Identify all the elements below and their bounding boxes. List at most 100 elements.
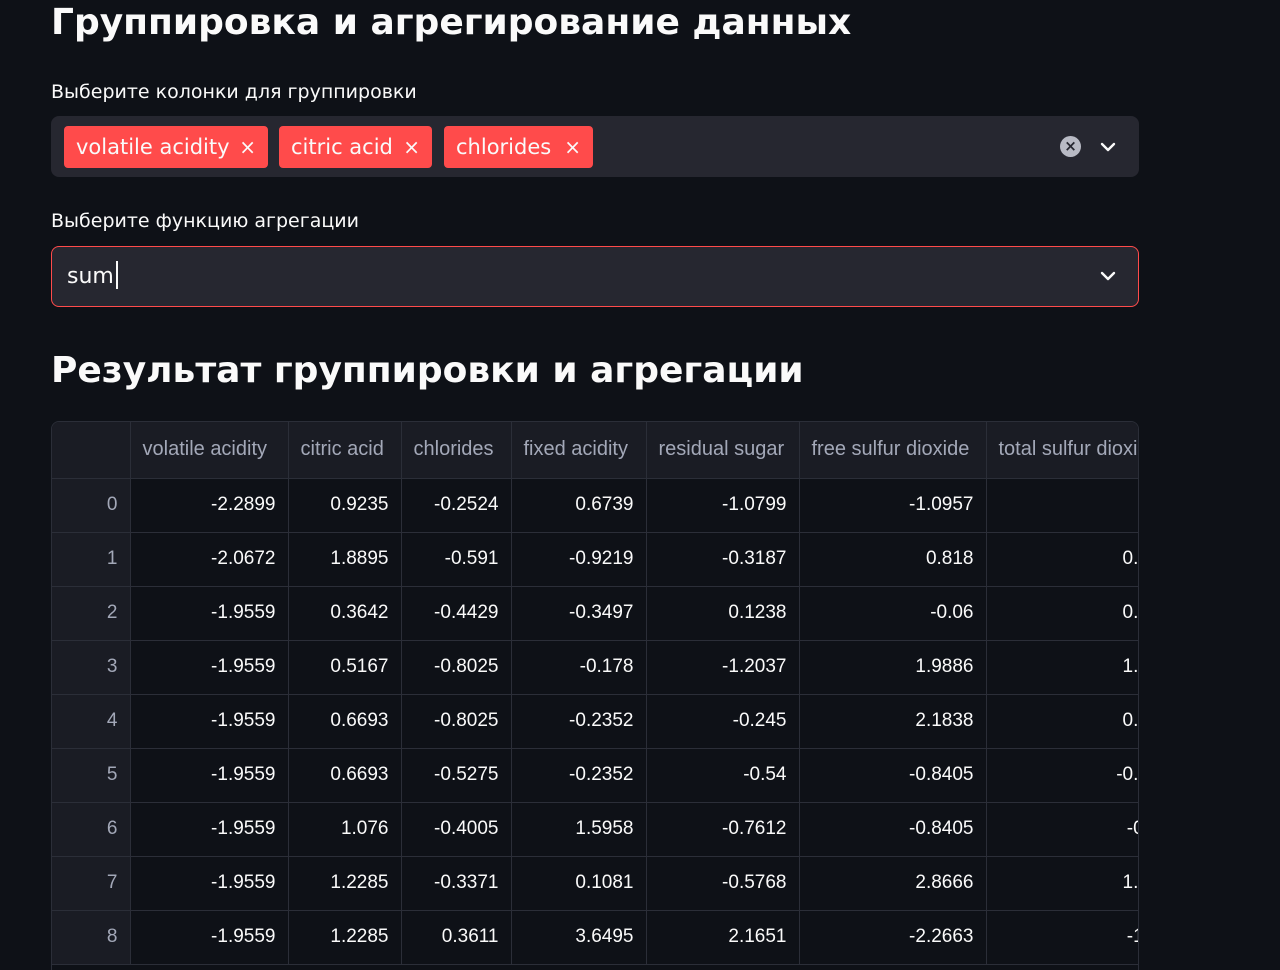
table-row: 7 -1.9559 1.2285 -0.3371 0.1081 -0.5768 2.8666… (52, 856, 1138, 911)
column-header[interactable]: volatile acidity (130, 422, 289, 479)
table-cell[interactable]: -1.9559 (130, 694, 289, 749)
table-cell[interactable]: -0.8405 (799, 802, 987, 857)
chevron-down-icon[interactable] (1098, 137, 1118, 157)
column-header[interactable]: chlorides (401, 422, 512, 479)
table-cell[interactable]: -0.8025 (401, 694, 512, 749)
table-cell[interactable]: -0.2352 (511, 694, 647, 749)
table-cell[interactable]: -0.2524 (401, 478, 512, 533)
table-cell[interactable]: -0.8025 (401, 640, 512, 695)
column-header[interactable]: citric acid (288, 422, 402, 479)
table-cell[interactable]: 0.64 (986, 694, 1138, 749)
table-cell[interactable]: -1.9559 (130, 802, 289, 857)
table-cell[interactable]: -0.245 (646, 694, 800, 749)
table-cell[interactable]: 2.1838 (799, 694, 987, 749)
row-index[interactable]: 1 (52, 532, 131, 587)
row-index[interactable]: 2 (52, 586, 131, 641)
table-cell[interactable]: -0.5275 (401, 748, 512, 803)
table-cell[interactable]: -0.2352 (511, 748, 647, 803)
table-cell[interactable]: -1.9559 (130, 640, 289, 695)
table-cell[interactable]: -1.9559 (130, 856, 289, 911)
table-cell[interactable]: -1.2037 (646, 640, 800, 695)
table-cell[interactable]: -2.2663 (799, 910, 987, 965)
group-select-label: Выберите колонки для группировки (51, 81, 417, 103)
table-cell[interactable]: -1.3 (986, 910, 1138, 965)
table-cell[interactable]: 0.3642 (288, 586, 402, 641)
chip-chlorides: chlorides × (444, 126, 593, 168)
close-icon[interactable]: × (564, 126, 581, 168)
column-header[interactable]: fixed acidity (511, 422, 647, 479)
table-cell[interactable]: 1.2285 (288, 856, 402, 911)
row-index[interactable]: 8 (52, 910, 131, 965)
close-icon[interactable]: × (403, 126, 420, 168)
table-cell[interactable]: 0.36 (986, 586, 1138, 641)
table-cell[interactable]: 1.92 (986, 640, 1138, 695)
table-cell[interactable]: 0.6693 (288, 748, 402, 803)
table-cell[interactable]: -0.4429 (401, 586, 512, 641)
row-index[interactable]: 5 (52, 748, 131, 803)
chevron-down-icon[interactable] (1098, 266, 1118, 286)
table-cell[interactable]: -0.3187 (646, 532, 800, 587)
table-cell[interactable]: 0.818 (799, 532, 987, 587)
table-cell[interactable]: -0.9219 (511, 532, 647, 587)
table-cell[interactable]: 0.5167 (288, 640, 402, 695)
row-index[interactable]: 6 (52, 802, 131, 857)
table-row: 4 -1.9559 0.6693 -0.8025 -0.2352 -0.245 2.1838… (52, 694, 1138, 749)
table-cell[interactable]: -0.3371 (401, 856, 512, 911)
table-cell[interactable]: -0.9 (986, 802, 1138, 857)
table-cell[interactable]: -0.54 (646, 748, 800, 803)
table-row: 8 -1.9559 1.2285 0.3611 3.6495 2.1651 -2.2663-… (52, 910, 1138, 965)
group-columns-multiselect[interactable]: volatile acidity × citric acid × chlorid… (51, 116, 1139, 177)
index-header (52, 422, 131, 479)
clear-all-icon[interactable]: × (1060, 136, 1081, 157)
aggregation-function-select[interactable]: sum (51, 246, 1139, 307)
table-cell[interactable]: 2.8666 (799, 856, 987, 911)
table-cell[interactable]: 3.6495 (511, 910, 647, 965)
table-cell[interactable]: 0.6693 (288, 694, 402, 749)
table-cell[interactable]: -0.06 (799, 586, 987, 641)
table-cell[interactable]: 1.28 (986, 856, 1138, 911)
table-cell[interactable]: 1.9886 (799, 640, 987, 695)
table-cell[interactable]: -1.9559 (130, 910, 289, 965)
table-cell[interactable]: -0.4005 (401, 802, 512, 857)
table-cell[interactable]: -1.9559 (130, 586, 289, 641)
table-cell[interactable]: 1.2285 (288, 910, 402, 965)
table-cell[interactable]: -0.5768 (646, 856, 800, 911)
chip-label: citric acid (291, 135, 393, 159)
table-row: 1 -2.0672 1.8895 -0.591 -0.9219 -0.3187 0.818 0… (52, 532, 1138, 587)
table-cell[interactable]: 1.5958 (511, 802, 647, 857)
table-cell[interactable]: 0.6739 (511, 478, 647, 533)
table-cell[interactable]: 0.1081 (511, 856, 647, 911)
table-cell[interactable]: -0.7612 (646, 802, 800, 857)
header-row: volatile acidity citric acid chlorides f… (52, 422, 1138, 479)
table-cell[interactable]: -1.0799 (646, 478, 800, 533)
table-cell[interactable]: -0.79 (986, 748, 1138, 803)
table-cell[interactable]: -1.0957 (799, 478, 987, 533)
result-dataframe[interactable]: volatile acidity citric acid chlorides f… (51, 421, 1139, 970)
table-cell[interactable]: -1 (986, 478, 1138, 533)
table-cell[interactable]: 1.8895 (288, 532, 402, 587)
table-cell[interactable]: 0.1238 (646, 586, 800, 641)
table-cell[interactable]: -0.591 (401, 532, 512, 587)
table-cell[interactable]: 2.1651 (646, 910, 800, 965)
aggregation-value: sum (67, 264, 114, 289)
column-header[interactable]: residual sugar (646, 422, 800, 479)
table-cell[interactable]: 0.3611 (401, 910, 512, 965)
table-cell[interactable]: -0.3497 (511, 586, 647, 641)
app-page: Группировка и агрегирование данных Выбер… (0, 0, 1280, 970)
table-cell[interactable]: -2.2899 (130, 478, 289, 533)
row-index[interactable]: 3 (52, 640, 131, 695)
table-cell[interactable]: -0.178 (511, 640, 647, 695)
aggregation-input[interactable]: sum (67, 247, 118, 306)
table-cell[interactable]: 1.076 (288, 802, 402, 857)
row-index[interactable]: 7 (52, 856, 131, 911)
table-cell[interactable]: -0.8405 (799, 748, 987, 803)
column-header[interactable]: total sulfur dioxide (986, 422, 1138, 479)
table-cell[interactable]: -1.9559 (130, 748, 289, 803)
row-index[interactable]: 0 (52, 478, 131, 533)
table-cell[interactable]: 0.9235 (288, 478, 402, 533)
column-header[interactable]: free sulfur dioxide (799, 422, 987, 479)
close-icon[interactable]: × (239, 126, 256, 168)
table-cell[interactable]: 0.18 (986, 532, 1138, 587)
row-index[interactable]: 4 (52, 694, 131, 749)
table-cell[interactable]: -2.0672 (130, 532, 289, 587)
